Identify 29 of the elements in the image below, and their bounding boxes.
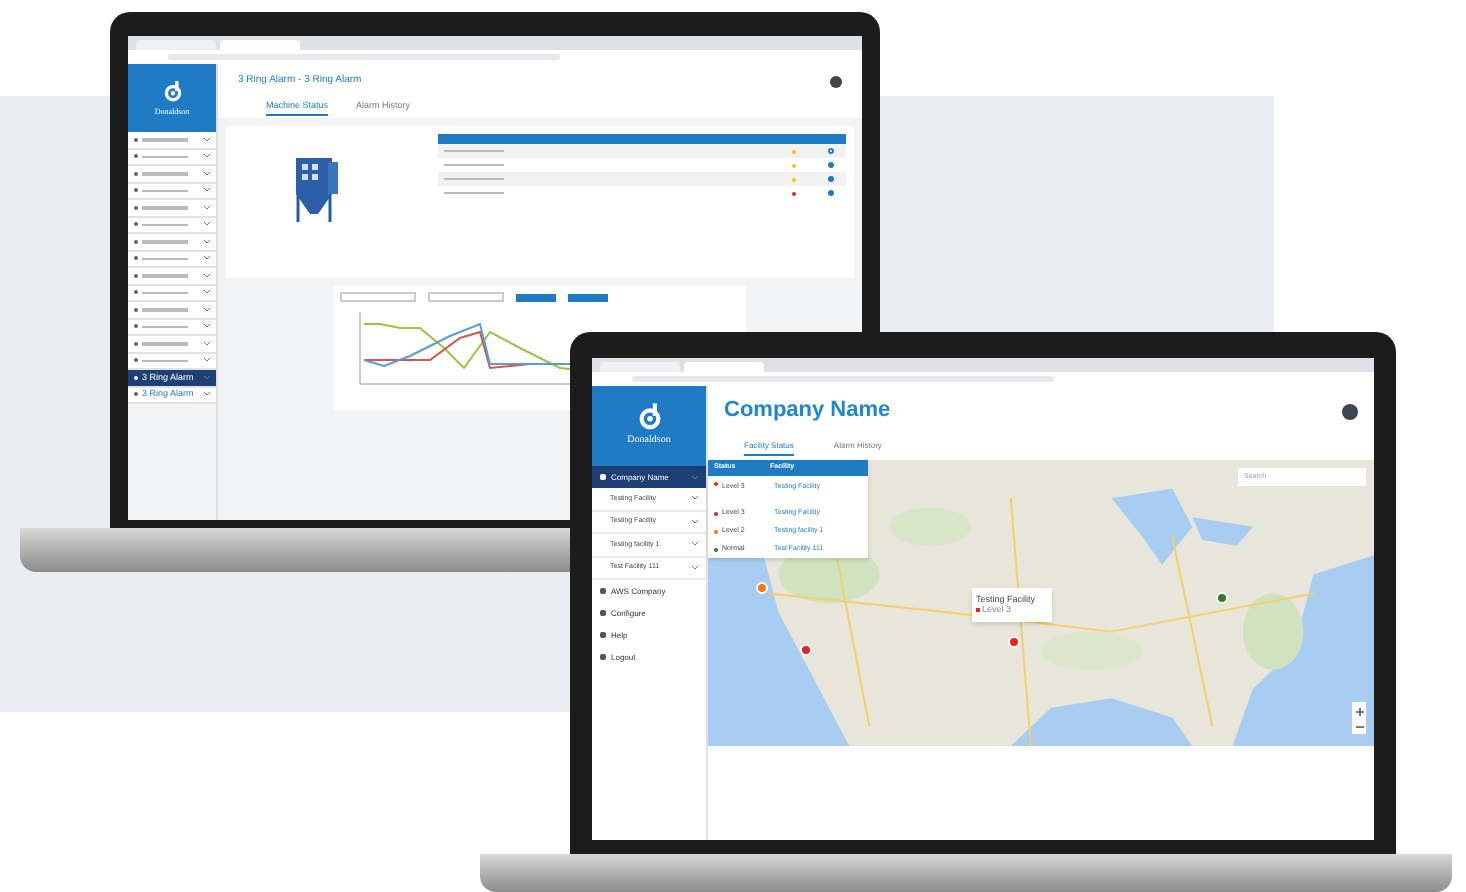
avatar[interactable] bbox=[1342, 403, 1358, 419]
sidebar-item[interactable] bbox=[128, 132, 216, 149]
sidebar-item[interactable] bbox=[128, 166, 216, 183]
logo-icon bbox=[161, 79, 183, 101]
toggle[interactable] bbox=[828, 162, 834, 168]
zoom-in-icon[interactable] bbox=[1355, 707, 1363, 716]
address-bar[interactable] bbox=[592, 372, 1374, 386]
sidebar-item[interactable] bbox=[128, 200, 216, 217]
address-bar[interactable] bbox=[128, 50, 862, 64]
action-button[interactable] bbox=[516, 293, 556, 301]
action-button[interactable] bbox=[568, 293, 608, 301]
date-field[interactable] bbox=[340, 292, 416, 302]
browser-tab[interactable] bbox=[136, 40, 216, 50]
sidebar-item[interactable] bbox=[128, 302, 216, 319]
date-field[interactable] bbox=[428, 292, 504, 302]
browser-tab[interactable] bbox=[600, 362, 680, 372]
sidebar-item[interactable] bbox=[128, 234, 216, 251]
company-title: Company Name bbox=[724, 396, 891, 427]
sidebar-item[interactable] bbox=[128, 268, 216, 285]
sidebar-item[interactable] bbox=[128, 336, 216, 353]
dust-collector-drawing bbox=[290, 154, 342, 226]
browser-tab[interactable] bbox=[220, 40, 300, 50]
avatar[interactable] bbox=[830, 76, 842, 88]
zoom-control[interactable] bbox=[1352, 702, 1366, 734]
toggle[interactable] bbox=[828, 176, 834, 182]
toggle[interactable] bbox=[828, 148, 834, 154]
toggle[interactable] bbox=[828, 190, 834, 196]
logo-icon bbox=[635, 402, 663, 431]
browser-tab[interactable] bbox=[684, 362, 764, 372]
